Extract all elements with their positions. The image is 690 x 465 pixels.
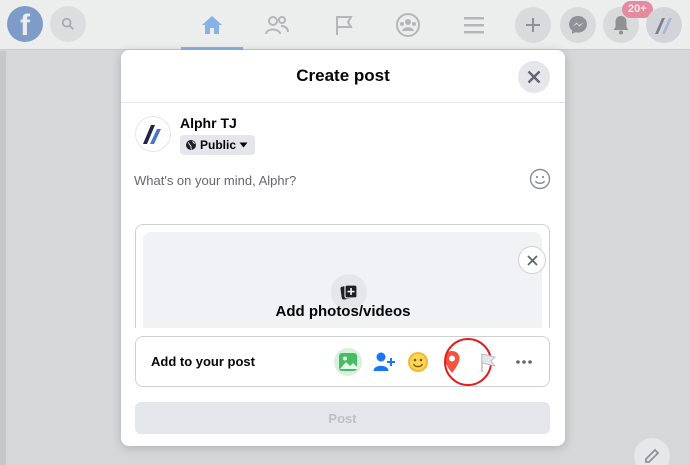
compose-icon [645,448,660,463]
add-photo-icon [340,284,358,300]
flag-icon [481,353,497,372]
photo-video-button[interactable] [332,346,364,378]
background-left-strip [0,51,6,465]
pages-flag-icon [336,16,353,35]
life-event-button[interactable] [472,346,504,378]
plus-icon [526,18,540,32]
emoji-button[interactable] [528,167,552,191]
photo-video-icon [334,348,362,376]
add-to-post-label: Add to your post [151,354,255,369]
author-avatar[interactable] [135,116,171,152]
bell-icon [613,16,629,35]
add-to-post-bar: Add to your post [135,336,550,387]
dialog-title: Create post [296,66,390,85]
messenger-button[interactable] [560,7,596,43]
alphr-logo-icon [655,18,672,34]
menu-icon [464,17,484,34]
new-message-button[interactable] [634,438,670,465]
check-in-icon [444,351,460,373]
more-icon [516,360,532,364]
tab-friends[interactable] [249,8,305,42]
tab-pages[interactable] [316,8,372,42]
author-name[interactable]: Alphr TJ [180,115,237,131]
logo-letter: f [20,9,30,42]
search-button[interactable] [50,6,86,42]
close-button[interactable] [518,61,550,93]
globe-icon [186,140,196,150]
add-photos-videos-label: Add photos/videos [275,303,411,320]
tab-home[interactable] [181,8,243,50]
messenger-icon [569,16,587,34]
search-icon [61,17,74,30]
friends-icon [265,16,289,35]
groups-icon [396,13,420,37]
feeling-activity-button[interactable] [402,346,434,378]
emoji-smiley-icon [529,168,551,190]
post-text-input[interactable] [134,169,514,191]
account-avatar[interactable] [646,7,682,43]
more-options-button[interactable] [508,346,540,378]
tag-people-button[interactable] [368,346,400,378]
check-in-button[interactable] [436,346,468,378]
create-post-dialog: Create post Alphr TJ Public Add photos/v… [121,50,565,446]
caret-down-icon [239,142,248,148]
media-close-button[interactable] [518,246,546,274]
create-button[interactable] [515,7,551,43]
feeling-icon [408,352,428,372]
close-icon [527,70,541,84]
close-icon [526,254,538,266]
audience-selector[interactable]: Public [180,135,256,155]
tag-people-icon [373,352,395,371]
post-button[interactable]: Post [135,402,550,434]
facebook-logo[interactable]: f [7,6,43,42]
home-icon [202,16,222,34]
audience-label: Public [200,138,237,152]
tab-groups[interactable] [380,8,436,42]
alphr-logo-icon [143,125,161,144]
top-navigation-bar: f 20+ [0,0,690,50]
dialog-header: Create post [121,50,565,103]
tab-menu[interactable] [446,8,502,42]
